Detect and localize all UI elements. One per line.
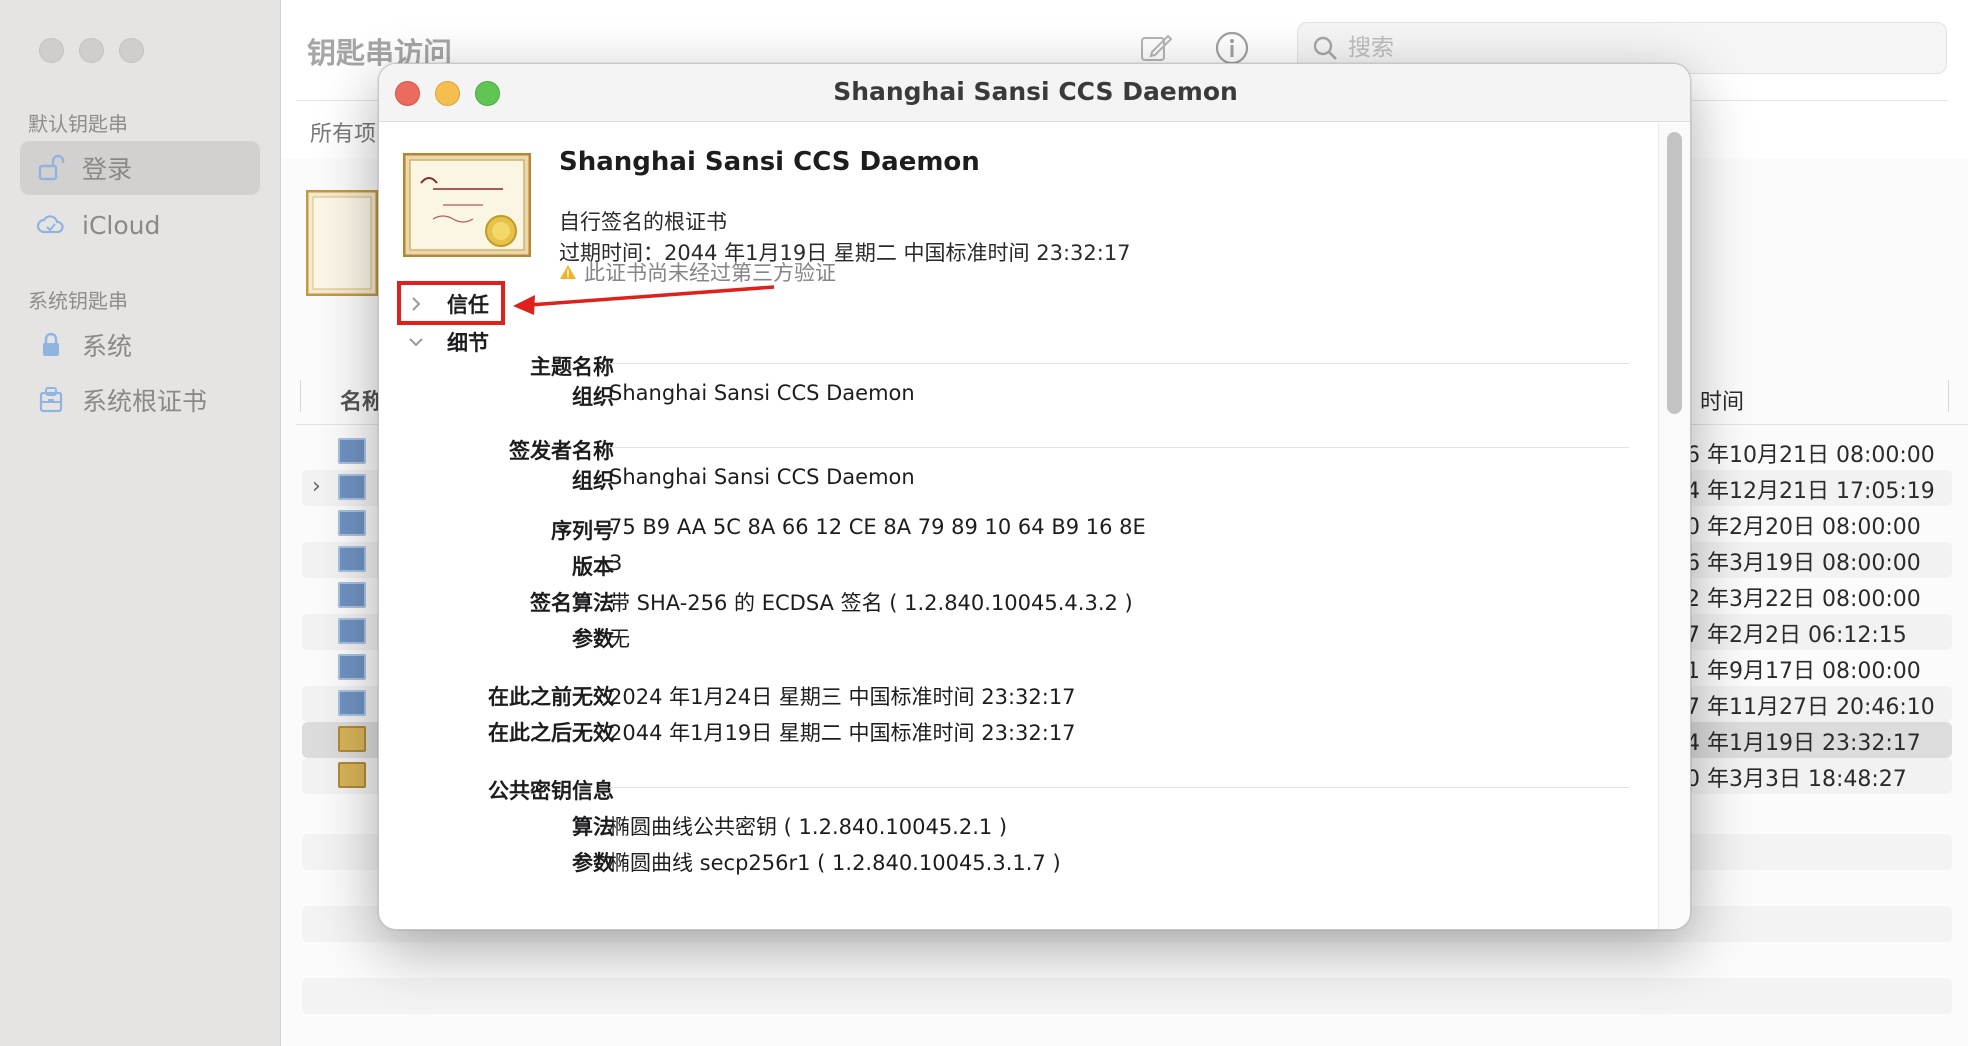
- column-expiry-header[interactable]: 时间: [1700, 384, 1744, 416]
- not-before-key: 在此之前无效: [488, 685, 614, 709]
- chevron-down-icon: [405, 331, 427, 353]
- scrollbar-thumb[interactable]: [1667, 132, 1682, 414]
- serial-value: 75 B9 AA 5C 8A 66 12 CE 8A 79 89 10 64 B…: [609, 515, 1146, 539]
- annotation-highlight-box: [397, 281, 505, 325]
- certificate-row-icon: [338, 654, 366, 680]
- warning-text: 此证书尚未经过第三方验证: [584, 261, 836, 285]
- certificate-preview-icon: [305, 189, 379, 297]
- section-divider: [609, 363, 1629, 364]
- pubkey-parameters-value: 椭圆曲线 secp256r1 ( 1.2.840.10045.3.1.7 ): [609, 851, 1061, 875]
- signature-algorithm-value: 带 SHA-256 的 ECDSA 签名 ( 1.2.840.10045.4.3…: [609, 591, 1133, 615]
- certificate-row-icon: [338, 726, 366, 752]
- sidebar-item-label: iCloud: [82, 210, 161, 240]
- unlock-icon: [36, 153, 66, 183]
- dialog-titlebar: Shanghai Sansi CCS Daemon: [379, 64, 1690, 122]
- certificate-row-icon: [338, 546, 366, 572]
- inactive-close-button[interactable]: [39, 38, 64, 63]
- certificate-row-icon: [338, 762, 366, 788]
- dialog-content: Shanghai Sansi CCS Daemon 自行签名的根证书 过期时间：…: [379, 123, 1659, 929]
- issuer-name-section: 签发者名称: [509, 439, 614, 463]
- column-separator: [300, 380, 301, 412]
- search-icon: [1313, 36, 1337, 60]
- search-input[interactable]: [1348, 35, 1908, 61]
- lock-icon: [36, 330, 66, 360]
- column-separator: [1948, 380, 1949, 412]
- row-expiry-date: 4 年12月21日 17:05:19: [1686, 479, 1935, 504]
- certificate-icon: [402, 152, 532, 258]
- sidebar-item-system-roots[interactable]: 系统根证书: [20, 373, 260, 427]
- sidebar-item-label: 登录: [82, 155, 133, 184]
- sidebar-item-label: 系统: [82, 332, 133, 361]
- cloud-icon: [36, 210, 66, 240]
- certificate-row-icon: [338, 438, 366, 464]
- public-key-section: 公共密钥信息: [488, 779, 614, 803]
- version-value: 3: [609, 551, 623, 575]
- serial-key: 序列号: [551, 519, 614, 543]
- signature-algorithm-key: 签名算法: [530, 591, 614, 615]
- section-divider: [609, 447, 1629, 448]
- certificate-warning: 此证书尚未经过第三方验证: [559, 257, 836, 287]
- inactive-zoom-button[interactable]: [119, 38, 144, 63]
- row-expiry-date: 7 年11月27日 20:46:10: [1686, 695, 1935, 720]
- details-disclosure[interactable]: 细节: [405, 327, 489, 357]
- row-expiry-date: 1 年9月17日 08:00:00: [1686, 659, 1921, 684]
- row-expiry-date: 7 年2月2日 06:12:15: [1686, 623, 1907, 648]
- pubkey-parameters-key: 参数: [572, 851, 614, 875]
- row-expiry-date: 0 年3月3日 18:48:27: [1686, 767, 1907, 792]
- cabinet-icon: [36, 385, 66, 415]
- row-expiry-date: 6 年10月21日 08:00:00: [1686, 443, 1935, 468]
- row-expiry-date: 6 年3月19日 08:00:00: [1686, 551, 1921, 576]
- sidebar: 默认钥匙串 登录 iCloud 系统钥匙串 系统 系统根证书: [0, 0, 281, 1046]
- parameters-value: 无: [609, 627, 630, 651]
- certificate-row-icon: [338, 690, 366, 716]
- warning-icon: [560, 265, 576, 279]
- expand-chevron-icon[interactable]: ›: [312, 474, 321, 499]
- parameters-key: 参数: [572, 627, 614, 651]
- row-expiry-date: 0 年2月20日 08:00:00: [1686, 515, 1921, 540]
- version-key: 版本: [572, 555, 614, 579]
- not-after-value: 2044 年1月19日 星期二 中国标准时间 23:32:17: [609, 721, 1076, 745]
- subject-name-section: 主题名称: [530, 355, 614, 379]
- sidebar-item-login[interactable]: 登录: [20, 141, 260, 195]
- sidebar-section-system: 系统钥匙串: [28, 289, 128, 313]
- details-label: 细节: [447, 331, 489, 355]
- dialog-title: Shanghai Sansi CCS Daemon: [833, 77, 1238, 106]
- certificate-row-icon: [338, 510, 366, 536]
- pubkey-algorithm-key: 算法: [572, 815, 614, 839]
- not-before-value: 2024 年1月24日 星期三 中国标准时间 23:32:17: [609, 685, 1076, 709]
- subject-org-value: Shanghai Sansi CCS Daemon: [609, 381, 915, 405]
- certificate-name: Shanghai Sansi CCS Daemon: [559, 147, 980, 177]
- compose-icon[interactable]: [1138, 30, 1174, 66]
- sidebar-item-icloud[interactable]: iCloud: [20, 198, 260, 252]
- subject-org-key: 组织: [572, 385, 614, 409]
- filter-tab-all[interactable]: 所有项: [310, 116, 376, 148]
- certificate-type: 自行签名的根证书: [559, 210, 727, 234]
- info-icon[interactable]: [1214, 30, 1250, 66]
- row-expiry-date: 2 年3月22日 08:00:00: [1686, 587, 1921, 612]
- certificate-row-icon: [338, 582, 366, 608]
- pubkey-algorithm-value: 椭圆曲线公共密钥 ( 1.2.840.10045.2.1 ): [609, 815, 1008, 839]
- certificate-row-icon: [338, 618, 366, 644]
- section-divider: [609, 787, 1629, 788]
- inactive-minimize-button[interactable]: [79, 38, 104, 63]
- sidebar-section-default: 默认钥匙串: [28, 112, 128, 136]
- certificate-dialog: Shanghai Sansi CCS Daemon Shanghai Sansi…: [378, 63, 1691, 930]
- certificate-row-icon: [338, 474, 366, 500]
- issuer-org-value: Shanghai Sansi CCS Daemon: [609, 465, 915, 489]
- not-after-key: 在此之后无效: [488, 721, 614, 745]
- sidebar-item-system[interactable]: 系统: [20, 318, 260, 372]
- row-expiry-date: 4 年1月19日 23:32:17: [1686, 731, 1921, 756]
- empty-table-row: [302, 978, 1952, 1014]
- issuer-org-key: 组织: [572, 469, 614, 493]
- sidebar-item-label: 系统根证书: [82, 387, 208, 416]
